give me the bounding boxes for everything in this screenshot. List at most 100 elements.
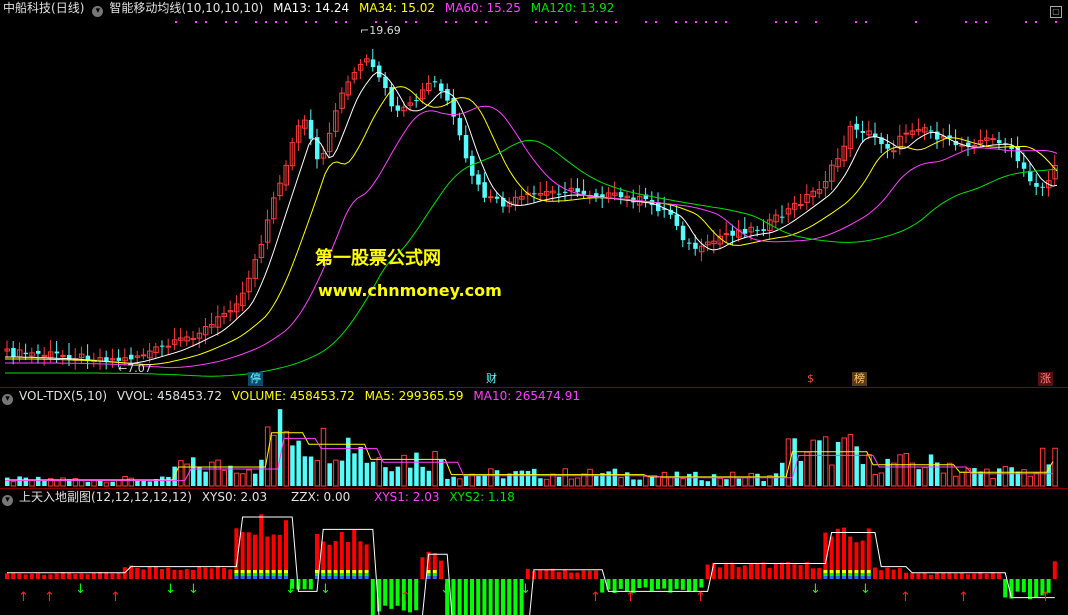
tag-dollar[interactable]: $ [805,372,816,386]
volume-bar-up [457,478,463,487]
sub-bar-layer [240,570,245,573]
volume-bar-down [705,481,711,486]
volume-bar-up [562,468,568,487]
sub-indicator-pane[interactable]: ▾ 上天入地副图(12,12,12,12,12) XYS0: 2.03 ZZX: … [0,489,1068,615]
sub-bar-positive [928,574,933,579]
volume-bar-up [822,436,829,487]
ma13-line [5,71,1058,364]
tag-limit-up[interactable]: 涨 [1038,372,1053,386]
period-label: (日线) [51,1,85,15]
signal-dot [285,21,287,23]
sub-bar-negative [612,579,617,593]
signal-dot [695,21,697,23]
volume-bar-up [587,468,593,487]
sub-bar-layer [240,573,245,576]
volume-indicator-name[interactable]: VOL-TDX(5,10) [19,389,107,403]
sub-bar-layer [240,576,245,579]
sub-bar-layer [432,573,437,576]
sub-bar-negative [1021,579,1026,593]
sub-bar-layer [426,576,431,579]
candle-down [315,137,320,160]
volume-bar-down [693,471,698,486]
sub-bar-layer [253,576,257,579]
candle-down [761,229,766,231]
sub-bar-positive [798,565,803,579]
sub-bar-layer [854,570,859,573]
sub-bar-layer [321,570,326,573]
sub-bar-layer [246,570,251,573]
sub-bar-layer [265,576,270,579]
volume-bar-up [655,476,661,487]
volume-bar-up [953,475,959,487]
candle-down [687,242,692,244]
volume-bar-down [482,474,487,486]
indicator-toggle-icon[interactable]: ▾ [92,6,104,17]
sub-bar-negative [470,579,474,615]
indicator-name[interactable]: 智能移动均线(10,10,10,10) [109,1,263,15]
sub-bar-positive [972,573,977,579]
sub-bar-layer [346,573,350,576]
sub-bar-layer [346,576,350,579]
volume-bar-down [85,481,91,486]
volume-bar-up [283,430,289,487]
sub-bar-positive [73,574,78,579]
candle-up [798,204,804,207]
sub-bar-layer [327,576,332,579]
candle-down [370,59,376,68]
watermark-title: 第一股票公式网 [315,248,441,269]
candle-down [395,105,401,111]
price-pane[interactable]: 中船科技(日线) ▾ 智能移动均线(10,10,10,10) MA13: 14.24… [0,0,1068,387]
sub-bar-positive [718,567,722,579]
signal-dot [345,21,347,23]
maximize-icon[interactable]: ▢ [1050,6,1062,18]
volume-toggle-icon[interactable]: ▾ [2,394,13,405]
candle-down [1034,183,1039,187]
volume-bar-down [860,464,866,486]
volume-bar-up [10,481,17,487]
volume-bar-down [532,468,537,486]
volume-bar-up [568,478,575,487]
volume-bar-up [221,469,227,487]
sub-bar-negative [476,579,481,615]
candle-down [160,345,165,347]
sub-bar-positive [749,563,753,579]
signal-dot [555,21,557,23]
sub-bar-layer [866,570,871,573]
sub-bar-negative [414,579,419,611]
candle-up [488,196,494,199]
sub-bar-positive [91,573,96,579]
signal-dot [385,21,387,23]
tag-suspend[interactable]: 停 [248,372,263,386]
signal-dot [235,21,237,23]
volume-bar-down [997,468,1002,486]
candle-down [693,242,698,249]
sub-bar-positive [587,570,592,579]
sub-bar-positive [222,567,226,579]
volume-bar-down [191,457,196,486]
sub-bar-positive [147,566,152,579]
candle-down [457,117,463,136]
volume-bar-down [928,454,934,486]
sub-bar-layer [271,570,276,573]
ma60-value: MA60: 15.25 [444,1,521,15]
sub-toggle-icon[interactable]: ▾ [2,495,13,506]
low-price-label: ←7.07 [118,362,152,375]
sub-bar-positive [544,569,549,579]
sub-indicator-name[interactable]: 上天入地副图(12,12,12,12,12) [19,490,192,504]
tag-finance[interactable]: 财 [484,372,499,386]
down-arrow-icon: ↓ [440,582,451,597]
sub-bar-layer [259,576,264,579]
tag-rank[interactable]: 榜 [852,372,867,386]
ma13-value: MA13: 14.24 [273,1,350,15]
sub-bar-positive [259,514,264,579]
sub-bar-layer [253,573,257,576]
sub-bar-layer [842,570,846,573]
volume-pane[interactable]: ▾ VOL-TDX(5,10) VVOL: 458453.72 VOLUME: 4… [0,388,1068,488]
up-arrow-icon: ↑ [695,590,706,605]
signal-dot [265,21,267,23]
signal-dot [595,21,597,23]
candle-down [674,214,680,226]
up-arrow-icon: ↑ [44,590,55,605]
volume-bar-up [209,461,215,487]
volume-bar-down [885,458,890,486]
